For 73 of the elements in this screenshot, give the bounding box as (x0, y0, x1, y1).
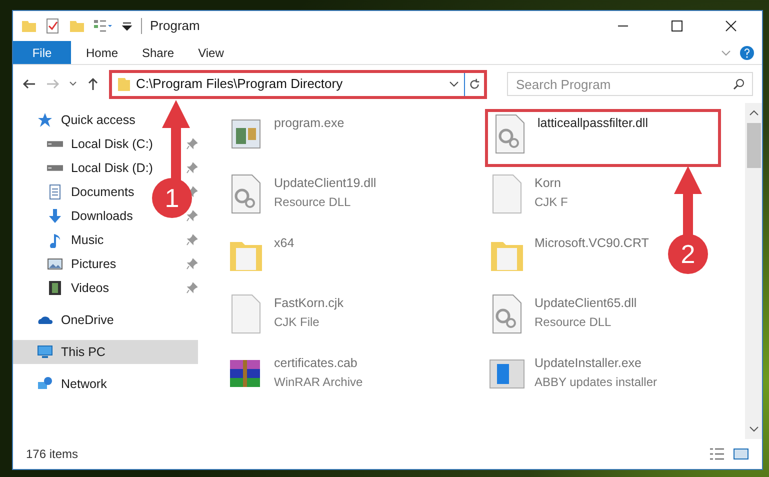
scrollbar[interactable] (745, 103, 762, 439)
file-item[interactable]: x64 (224, 229, 302, 279)
music-note-icon (47, 232, 63, 248)
pin-icon[interactable] (186, 234, 198, 246)
monitor-icon (37, 344, 53, 360)
sidebar-item[interactable]: This PC (13, 340, 198, 364)
properties-icon[interactable] (93, 18, 113, 34)
pin-icon[interactable] (186, 210, 198, 222)
file-item[interactable]: Microsoft.VC90.CRT (484, 229, 657, 279)
sidebar-item[interactable]: Music (13, 228, 112, 252)
file-name: Korn (534, 175, 562, 192)
sidebar-item[interactable]: Local Disk (D:) (13, 156, 161, 180)
help-icon[interactable] (740, 46, 754, 60)
file-name: program.exe (274, 115, 344, 132)
file-type: Resource DLL (274, 194, 352, 211)
search-icon[interactable] (733, 78, 745, 90)
file-item[interactable]: latticeallpassfilter.dll (484, 109, 720, 167)
sidebar-item[interactable]: Network (13, 372, 115, 396)
file-item[interactable]: certificates.cab WinRAR Archive (224, 349, 371, 399)
address-bar[interactable]: C:\Program Files\Program Directory (109, 70, 487, 98)
file-name: latticeallpassfilter.dll (538, 115, 648, 132)
chevron-down-icon[interactable] (69, 80, 77, 88)
scrollbar-thumb[interactable] (746, 123, 760, 168)
pictures-icon (47, 256, 63, 272)
pin-icon[interactable] (186, 138, 198, 150)
pin-icon[interactable] (186, 258, 198, 270)
checklist-icon[interactable] (45, 18, 61, 34)
file-type: CJK File (274, 314, 320, 331)
drive-icon (47, 165, 63, 171)
star-icon (37, 112, 53, 128)
thumbnail-view-icon[interactable] (733, 446, 749, 462)
file-item[interactable]: UpdateClient19.dll Resource DLL (224, 169, 384, 219)
file-item[interactable]: FastKorn.cjk CJK File (224, 289, 352, 339)
sidebar-item[interactable]: Downloads (13, 204, 141, 228)
film-icon (47, 280, 63, 296)
file-type: WinRAR Archive (274, 374, 363, 391)
file-name: x64 (274, 235, 294, 252)
file-name: certificates.cab (274, 355, 358, 372)
file-name: Microsoft.VC90.CRT (534, 235, 649, 252)
sidebar-item[interactable]: Documents (13, 180, 142, 204)
sidebar-item[interactable]: Videos (13, 276, 117, 300)
file-item[interactable]: UpdateInstaller.exe ABBY updates installer (484, 349, 666, 399)
address-path: C:\Program Files\Program Directory (136, 75, 344, 94)
search-field[interactable]: Search Program (507, 72, 753, 96)
document-icon (47, 184, 63, 200)
sidebar-item[interactable]: Local Disk (C:) (13, 132, 161, 156)
sidebar-item[interactable]: Pictures (13, 252, 124, 276)
file-name: UpdateInstaller.exe (534, 355, 643, 372)
download-icon (47, 208, 63, 224)
file-name: UpdateClient65.dll (534, 295, 637, 312)
file-type: CJK F (534, 194, 568, 211)
pin-icon[interactable] (186, 162, 198, 174)
file-type: Resource DLL (534, 314, 612, 331)
sidebar-item[interactable]: OneDrive (13, 308, 122, 332)
ribbon-tab[interactable]: File (13, 41, 71, 64)
file-name: UpdateClient19.dll (274, 175, 376, 192)
file-type: ABBY updates installer (534, 374, 658, 391)
file-item[interactable]: program.exe (224, 109, 352, 159)
ribbon-tab[interactable]: Share (127, 41, 183, 64)
sidebar-item[interactable]: Quick access (13, 108, 144, 132)
item-count: 176 items (26, 446, 80, 463)
drive-icon (47, 141, 63, 147)
file-name: FastKorn.cjk (274, 295, 344, 312)
dropdown-icon[interactable] (121, 20, 133, 32)
ribbon-tab[interactable]: Home (71, 41, 127, 64)
folder-icon (116, 76, 132, 92)
file-item[interactable]: UpdateClient65.dll Resource DLL (484, 289, 645, 339)
network-icon (37, 376, 53, 392)
window-title: Program (150, 17, 201, 36)
details-view-icon[interactable] (709, 446, 725, 462)
pin-icon[interactable] (186, 282, 198, 294)
ribbon-tab[interactable]: View (183, 41, 239, 64)
file-item[interactable]: Korn CJK F (484, 169, 576, 219)
